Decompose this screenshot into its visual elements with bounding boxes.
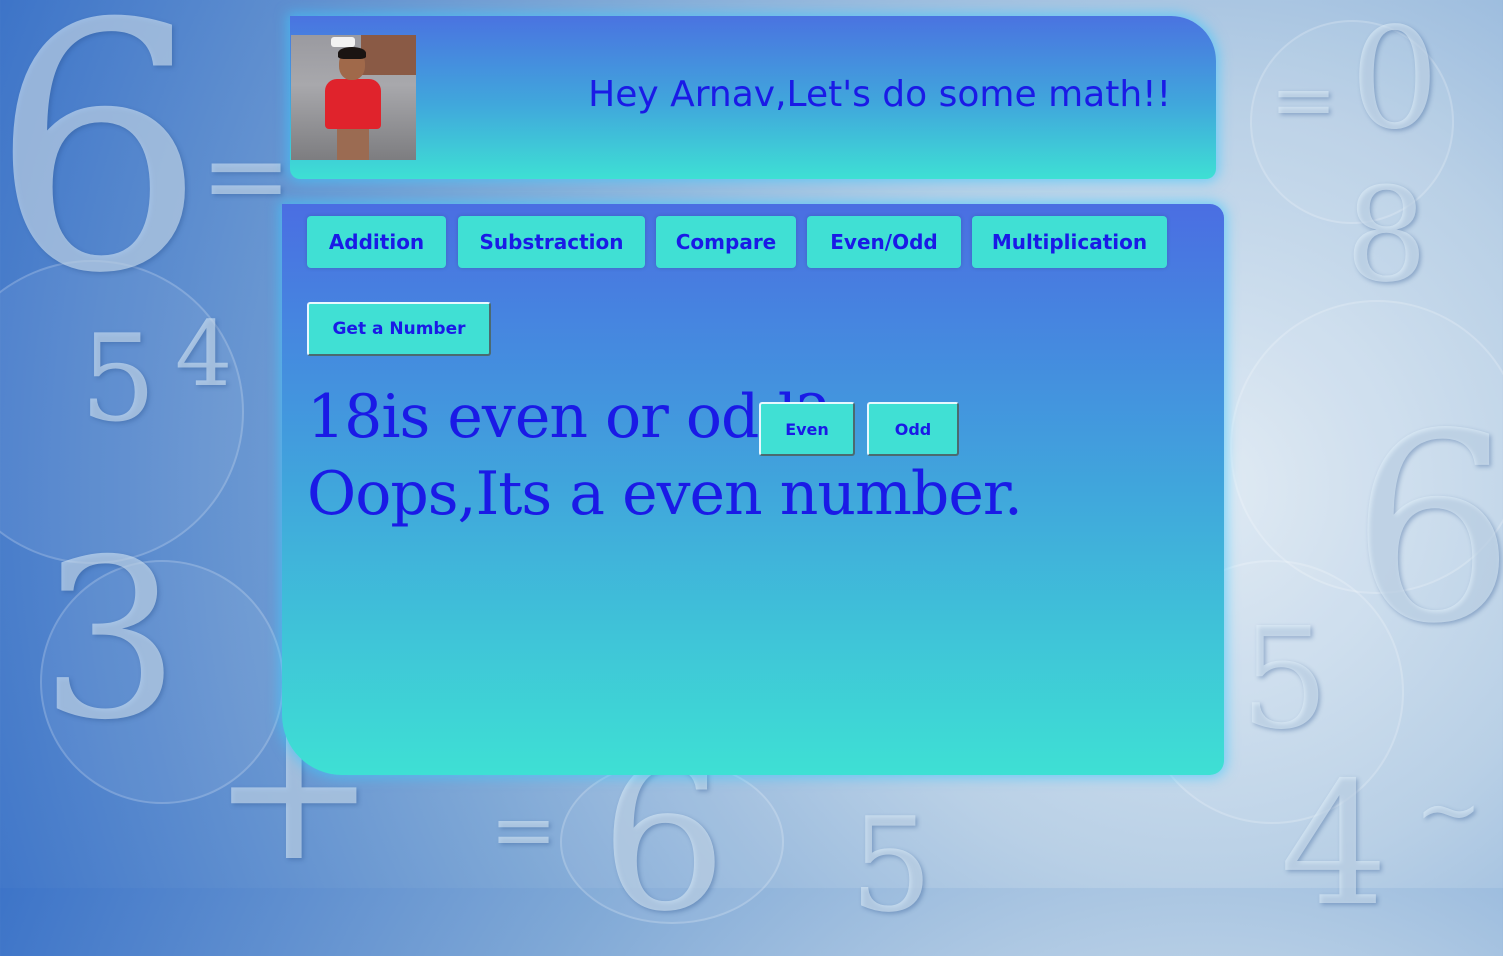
bg-tilde: ~: [1415, 763, 1483, 856]
bg-equals: =: [200, 111, 293, 239]
bg-equals: =: [1270, 53, 1338, 146]
bg-digit-5: 5: [1240, 598, 1330, 761]
odd-button[interactable]: Odd: [867, 402, 959, 456]
header-panel: Hey Arnav,Let's do some math!!: [290, 16, 1216, 179]
bg-digit-4: 4: [175, 302, 233, 407]
bg-digit-5: 5: [80, 310, 157, 449]
bg-digit-4: 4: [1280, 746, 1389, 944]
tab-multiplication[interactable]: Multiplication: [972, 216, 1167, 268]
even-button[interactable]: Even: [759, 402, 855, 456]
bg-digit-8: 8: [1345, 159, 1428, 311]
bg-digit-5: 5: [850, 789, 933, 941]
question-number: 18: [307, 382, 382, 452]
bg-digit-3: 3: [40, 512, 180, 768]
greeting-title: Hey Arnav,Let's do some math!!: [588, 74, 1171, 115]
main-panel: Addition Substraction Compare Even/Odd M…: [282, 204, 1224, 775]
tab-substraction[interactable]: Substraction: [458, 216, 645, 268]
bg-digit-0: 0: [1350, 0, 1440, 161]
get-number-button[interactable]: Get a Number: [307, 302, 491, 356]
bg-digit-6: 6: [1350, 379, 1503, 681]
question-text: 18is even or odd?: [307, 382, 828, 452]
tab-addition[interactable]: Addition: [307, 216, 446, 268]
bg-digit-6: 6: [0, 0, 207, 348]
profile-photo: [291, 35, 416, 160]
tab-even-odd[interactable]: Even/Odd: [807, 216, 961, 268]
result-message: Oops,Its a even number.: [307, 459, 1023, 529]
tab-compare[interactable]: Compare: [656, 216, 796, 268]
bg-equals: =: [490, 783, 558, 876]
